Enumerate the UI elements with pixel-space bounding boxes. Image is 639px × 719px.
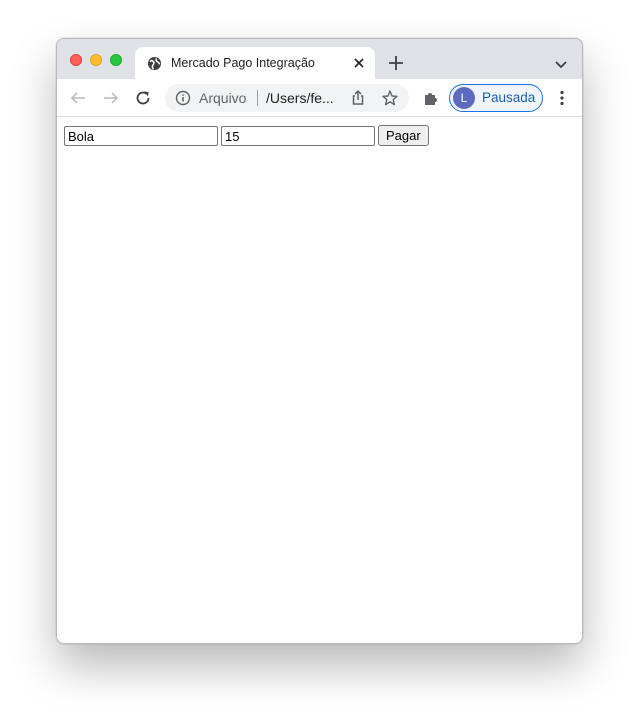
globe-icon	[147, 56, 162, 71]
chevron-down-icon[interactable]	[554, 57, 568, 69]
back-arrow-icon[interactable]	[68, 88, 88, 108]
profile-status-label: Pausada	[482, 90, 536, 105]
reload-icon[interactable]	[133, 88, 153, 108]
window-minimize-button[interactable]	[90, 54, 102, 66]
tab-mercado-pago[interactable]: Mercado Pago Integração	[135, 47, 375, 79]
window-close-button[interactable]	[70, 54, 82, 66]
omnibox-divider	[257, 90, 258, 106]
new-tab-icon[interactable]	[387, 54, 405, 72]
toolbar: Arquivo /Users/fe... L Pausada	[57, 79, 582, 117]
page-content: Pagar	[57, 117, 582, 643]
browser-window: Mercado Pago Integração Arquivo /Users/f…	[56, 38, 583, 644]
more-menu-icon[interactable]	[552, 88, 572, 108]
address-bar[interactable]: Arquivo /Users/fe...	[165, 84, 409, 112]
pay-button[interactable]: Pagar	[378, 125, 429, 146]
extensions-puzzle-icon[interactable]	[421, 88, 441, 108]
scheme-label: Arquivo	[199, 90, 247, 106]
close-tab-icon[interactable]	[351, 55, 367, 71]
info-icon[interactable]	[175, 90, 191, 106]
tab-title: Mercado Pago Integração	[171, 56, 315, 70]
forward-arrow-icon[interactable]	[101, 88, 121, 108]
price-input[interactable]	[221, 126, 375, 146]
product-input[interactable]	[64, 126, 218, 146]
avatar: L	[453, 87, 475, 109]
star-icon[interactable]	[381, 89, 399, 107]
title-bar: Mercado Pago Integração	[57, 39, 582, 79]
share-icon[interactable]	[349, 89, 367, 107]
profile-button[interactable]: L Pausada	[449, 84, 543, 112]
window-maximize-button[interactable]	[110, 54, 122, 66]
url-text[interactable]: /Users/fe...	[266, 90, 334, 106]
